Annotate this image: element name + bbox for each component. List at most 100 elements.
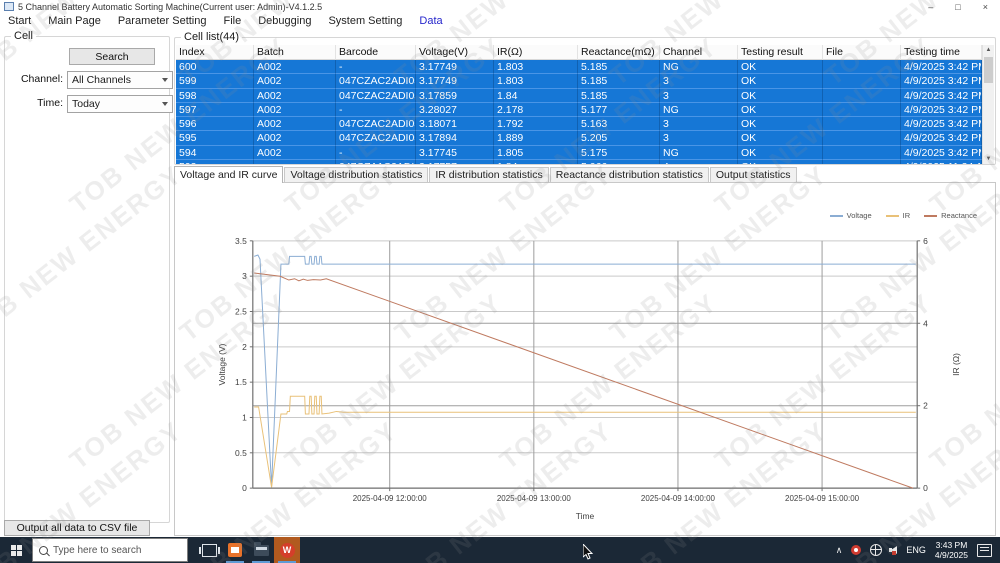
cell-testing-time: 4/9/2025 3:42 PM bbox=[901, 131, 982, 146]
cell-testing-time: 4/9/2025 3:42 PM bbox=[901, 145, 982, 161]
table-row[interactable]: 600 A002-3.17749 1.803 5.185 NG OK 4/9/2025 3:… bbox=[176, 60, 982, 75]
menu-item-debugging[interactable]: Debugging bbox=[258, 15, 311, 27]
taskbar-app-presentation[interactable] bbox=[222, 537, 248, 563]
cell-list-groupbox: Cell list(44) Index Batch Barcode Voltage(V… bbox=[174, 31, 996, 165]
menu-item-start[interactable]: Start bbox=[8, 15, 31, 27]
start-button[interactable] bbox=[0, 537, 32, 563]
close-button[interactable]: × bbox=[983, 2, 988, 12]
column-header-channel[interactable]: Channel bbox=[660, 45, 738, 60]
cell-channel: NG bbox=[660, 102, 738, 118]
language-indicator[interactable]: ENG bbox=[906, 545, 926, 555]
taskbar-search[interactable]: Type here to search bbox=[32, 538, 188, 562]
table-row[interactable]: 599A002047CZAC2ADI05...3.177491.8035.185… bbox=[176, 74, 982, 89]
cell-batch: A002 bbox=[254, 117, 336, 132]
cell-channel: NG bbox=[660, 145, 738, 161]
svg-text:4: 4 bbox=[923, 318, 928, 328]
table-row[interactable]: 598A002047CZAC2ADI05...3.178591.845.1853… bbox=[176, 88, 982, 103]
antivirus-tray-icon[interactable] bbox=[851, 545, 862, 555]
tab-output-statistics[interactable]: Output statistics bbox=[709, 167, 797, 183]
column-header-batch[interactable]: Batch bbox=[254, 45, 336, 60]
svg-text:2025-04-09 13:00:00: 2025-04-09 13:00:00 bbox=[497, 494, 572, 503]
table-scrollbar[interactable]: ▲ ▼ bbox=[982, 45, 994, 164]
maximize-button[interactable]: □ bbox=[955, 2, 960, 12]
time-select[interactable]: Today bbox=[67, 95, 173, 113]
task-view-icon bbox=[198, 543, 220, 557]
cell-batch: A002 bbox=[254, 102, 336, 118]
system-tray: ∧ ENG 3:43 PM 4/9/2025 bbox=[836, 540, 1000, 560]
cell-testing-result: OK bbox=[738, 145, 823, 161]
cell-testing-time: 4/9/2025 3:42 PM bbox=[901, 88, 982, 103]
column-header-file[interactable]: File bbox=[823, 45, 901, 60]
column-header-reactance-m[interactable]: Reactance(mΩ) bbox=[578, 45, 660, 60]
column-header-testing-time[interactable]: Testing time bbox=[901, 45, 982, 60]
table-header-row: Index Batch Barcode Voltage(V) IR(Ω) Reactanc… bbox=[176, 45, 982, 60]
column-header-ir[interactable]: IR(Ω) bbox=[494, 45, 578, 60]
cell-reactance-m: 5.185 bbox=[578, 60, 660, 75]
menu-item-data[interactable]: Data bbox=[419, 15, 442, 27]
legend-item-reactance: Reactance bbox=[924, 211, 977, 220]
tab-ir-distribution-statistics[interactable]: IR distribution statistics bbox=[429, 167, 549, 183]
cell-file bbox=[823, 102, 901, 118]
menu-item-main-page[interactable]: Main Page bbox=[48, 15, 101, 27]
cell-ir: 1.84 bbox=[494, 160, 578, 164]
scroll-down-icon[interactable]: ▼ bbox=[983, 154, 994, 164]
minimize-button[interactable]: – bbox=[928, 2, 933, 12]
cell-groupbox: Cell Search Channel: All Channels Time: … bbox=[4, 30, 173, 523]
cell-index: 597 bbox=[176, 102, 254, 118]
cell-barcode: 047CZAC2ADI05... bbox=[336, 88, 416, 103]
svg-text:2: 2 bbox=[923, 401, 928, 411]
tab-reactance-distribution-statistics[interactable]: Reactance distribution statistics bbox=[549, 167, 709, 183]
cell-batch: A002 bbox=[254, 74, 336, 89]
cell-testing-result: OK bbox=[738, 131, 823, 146]
table-row[interactable]: 594 A002-3.17745 1.805 5.175 NG OK 4/9/2025 3:… bbox=[176, 145, 982, 161]
network-icon[interactable] bbox=[870, 544, 883, 556]
taskbar-app-file-explorer[interactable] bbox=[248, 537, 274, 563]
series-ir bbox=[254, 395, 916, 488]
menu-item-system-setting[interactable]: System Setting bbox=[328, 15, 402, 27]
cell-barcode: 047CZAC2ADI05... bbox=[336, 117, 416, 132]
cell-testing-result: OK bbox=[738, 102, 823, 118]
column-header-index[interactable]: Index bbox=[176, 45, 254, 60]
tray-expand-icon[interactable]: ∧ bbox=[836, 545, 843, 556]
channel-select[interactable]: All Channels bbox=[67, 71, 173, 89]
cell-file bbox=[823, 117, 901, 132]
main-area: Cell Search Channel: All Channels Time: … bbox=[0, 28, 1000, 537]
cell-reactance-m: 5.205 bbox=[578, 131, 660, 146]
legend-swatch bbox=[885, 214, 899, 217]
taskbar-clock[interactable]: 3:43 PM 4/9/2025 bbox=[935, 540, 968, 560]
cell-voltage-v: 3.17749 bbox=[416, 60, 494, 75]
column-header-barcode[interactable]: Barcode bbox=[336, 45, 416, 60]
cell-ir: 1.84 bbox=[494, 88, 578, 103]
chevron-down-icon bbox=[162, 78, 168, 82]
task-view-button[interactable] bbox=[196, 537, 222, 563]
scrollbar-thumb[interactable] bbox=[984, 57, 993, 83]
column-header-voltage-v[interactable]: Voltage(V) bbox=[416, 45, 494, 60]
scroll-up-icon[interactable]: ▲ bbox=[983, 45, 994, 55]
cell-index: 599 bbox=[176, 74, 254, 89]
table-row-partial[interactable]: 593-047CZA1C2ADI05...3.177571.845.0664OK… bbox=[176, 160, 982, 164]
taskbar-app-wps[interactable]: W bbox=[274, 537, 300, 563]
chart-panel: 0 0.5 1 1.5 2 2.5 3 3.5 0 2 4 6 2025-04-09 12:00:00 2… bbox=[174, 182, 996, 536]
tab-voltage-and-ir-curve[interactable]: Voltage and IR curve bbox=[174, 166, 284, 183]
cell-barcode: 047CZA1C2ADI05... bbox=[336, 160, 416, 164]
cell-file bbox=[823, 60, 901, 75]
table-row[interactable]: 595A002047CZAC2ADI05...3.178941.8895.205… bbox=[176, 131, 982, 146]
table-row[interactable]: 596A002047CZAC2ADI05...3.180711.7925.163… bbox=[176, 117, 982, 132]
menu-item-parameter-setting[interactable]: Parameter Setting bbox=[118, 15, 207, 27]
legend-swatch bbox=[829, 214, 843, 217]
export-csv-button[interactable]: Output all data to CSV file bbox=[4, 520, 150, 536]
menu-item-file[interactable]: File bbox=[223, 15, 241, 27]
table-row[interactable]: 597 A002-3.28027 2.178 5.177 NG OK 4/9/2025 3:… bbox=[176, 102, 982, 118]
column-header-testing-result[interactable]: Testing result bbox=[738, 45, 823, 60]
cell-batch: A002 bbox=[254, 145, 336, 161]
presentation-app-icon bbox=[228, 543, 242, 557]
cell-batch: A002 bbox=[254, 60, 336, 75]
search-button[interactable]: Search bbox=[69, 48, 155, 65]
tab-voltage-distribution-statistics[interactable]: Voltage distribution statistics bbox=[284, 167, 429, 183]
cell-voltage-v: 3.18071 bbox=[416, 117, 494, 132]
cell-testing-time: 4/9/2025 3:42 PM bbox=[901, 74, 982, 89]
svg-text:3.5: 3.5 bbox=[235, 236, 247, 246]
cell-voltage-v: 3.17749 bbox=[416, 74, 494, 89]
action-center-icon[interactable] bbox=[977, 543, 992, 557]
volume-muted-icon[interactable] bbox=[889, 546, 898, 555]
